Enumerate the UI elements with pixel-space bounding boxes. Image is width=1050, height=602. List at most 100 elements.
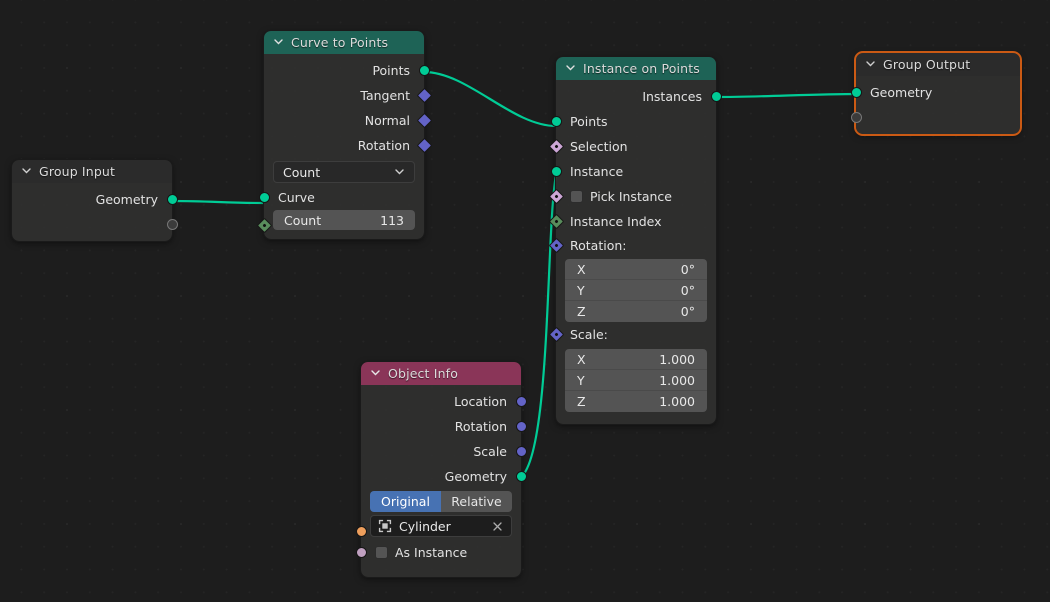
socket-count-in[interactable] bbox=[256, 217, 272, 234]
rotation-z-axis: Z bbox=[577, 304, 586, 319]
chevron-down-icon[interactable] bbox=[370, 367, 381, 378]
rotation-x-field[interactable]: X 0° bbox=[565, 259, 707, 280]
output-label-scale: Scale bbox=[473, 444, 507, 459]
output-row-rotation[interactable]: Rotation bbox=[264, 133, 432, 158]
node-group-input[interactable]: Group Input Geometry bbox=[11, 159, 178, 242]
pick-instance-checkbox[interactable] bbox=[570, 190, 583, 203]
input-label-selection: Selection bbox=[570, 139, 628, 154]
socket-scale-out[interactable] bbox=[515, 446, 527, 457]
scale-y-axis: Y bbox=[577, 372, 585, 388]
rotation-x-value: 0° bbox=[680, 261, 695, 277]
socket-rotation-out[interactable] bbox=[416, 137, 432, 154]
socket-location-out[interactable] bbox=[515, 396, 527, 407]
socket-geometry-out[interactable] bbox=[166, 194, 178, 205]
node-header-curve-to-points[interactable]: Curve to Points bbox=[264, 31, 424, 54]
node-curve-to-points[interactable]: Curve to Points Points Tangent Normal Ro… bbox=[256, 30, 432, 240]
node-header-group-output[interactable]: Group Output bbox=[856, 53, 1020, 76]
input-row-count[interactable]: Count 113 bbox=[256, 210, 424, 234]
socket-virtual-in[interactable] bbox=[850, 112, 862, 123]
socket-instance-in[interactable] bbox=[550, 166, 562, 177]
node-header-object-info[interactable]: Object Info bbox=[361, 362, 521, 385]
node-group-output[interactable]: Group Output Geometry bbox=[850, 51, 1022, 136]
socket-instances-out[interactable] bbox=[710, 91, 722, 102]
socket-rotation-out[interactable] bbox=[515, 421, 527, 432]
output-label-location: Location bbox=[454, 394, 507, 409]
socket-instance-index-in[interactable] bbox=[548, 213, 564, 230]
output-row-tangent[interactable]: Tangent bbox=[264, 83, 432, 108]
socket-normal-out[interactable] bbox=[416, 112, 432, 129]
scale-y-field[interactable]: Y 1.000 bbox=[565, 370, 707, 391]
count-number-field[interactable]: Count 113 bbox=[273, 210, 415, 230]
input-label-pick-instance: Pick Instance bbox=[590, 189, 672, 204]
input-row-curve[interactable]: Curve bbox=[258, 185, 424, 210]
rotation-y-field[interactable]: Y 0° bbox=[565, 280, 707, 301]
input-label-points: Points bbox=[570, 114, 608, 129]
output-row-instances[interactable]: Instances bbox=[556, 84, 722, 109]
input-row-instance-index[interactable]: Instance Index bbox=[548, 209, 716, 234]
output-row-normal[interactable]: Normal bbox=[264, 108, 432, 133]
transform-space-toggle[interactable]: Original Relative bbox=[370, 491, 512, 512]
link-instanceonpoints-to-groupoutput bbox=[715, 92, 859, 99]
node-header-instance-on-points[interactable]: Instance on Points bbox=[556, 57, 716, 80]
input-row-geometry[interactable]: Geometry bbox=[850, 80, 1020, 105]
node-editor-canvas[interactable]: Group Input Geometry Curve to Points Poi… bbox=[0, 0, 1050, 602]
socket-pick-instance-in[interactable] bbox=[548, 188, 564, 205]
input-row-selection[interactable]: Selection bbox=[548, 134, 716, 159]
socket-scale-in[interactable] bbox=[548, 326, 564, 343]
socket-rotation-in[interactable] bbox=[548, 237, 564, 254]
node-instance-on-points[interactable]: Instance on Points Instances Points Sele… bbox=[548, 56, 722, 425]
rotation-z-field[interactable]: Z 0° bbox=[565, 301, 707, 322]
scale-z-axis: Z bbox=[577, 394, 586, 409]
input-row-points[interactable]: Points bbox=[550, 109, 716, 134]
object-selector-field[interactable]: Cylinder bbox=[370, 515, 512, 537]
chevron-down-icon[interactable] bbox=[394, 165, 405, 180]
output-label-points: Points bbox=[372, 63, 410, 78]
output-row-rotation[interactable]: Rotation bbox=[361, 414, 527, 439]
socket-tangent-out[interactable] bbox=[416, 87, 432, 104]
scale-z-field[interactable]: Z 1.000 bbox=[565, 391, 707, 412]
rotation-vector-group[interactable]: X 0° Y 0° Z 0° bbox=[565, 259, 707, 322]
socket-geometry-out[interactable] bbox=[515, 471, 527, 482]
output-row-virtual[interactable] bbox=[12, 212, 178, 237]
input-row-scale[interactable]: Scale: bbox=[548, 322, 716, 347]
chevron-down-icon[interactable] bbox=[865, 58, 876, 69]
socket-points-out[interactable] bbox=[418, 65, 430, 76]
output-row-points[interactable]: Points bbox=[264, 58, 430, 83]
chevron-down-icon[interactable] bbox=[21, 165, 32, 176]
transform-space-original-button[interactable]: Original bbox=[370, 491, 441, 512]
as-instance-checkbox[interactable] bbox=[375, 546, 388, 559]
input-row-rotation[interactable]: Rotation: bbox=[548, 234, 716, 257]
input-row-pick-instance[interactable]: Pick Instance bbox=[548, 184, 716, 209]
node-header-group-input[interactable]: Group Input bbox=[12, 160, 172, 183]
output-row-location[interactable]: Location bbox=[361, 389, 527, 414]
scale-x-field[interactable]: X 1.000 bbox=[565, 349, 707, 370]
chevron-down-icon[interactable] bbox=[565, 62, 576, 73]
transform-space-relative-button[interactable]: Relative bbox=[441, 491, 512, 512]
input-row-object[interactable]: Cylinder bbox=[355, 515, 521, 537]
rotation-z-value: 0° bbox=[680, 304, 695, 319]
socket-points-in[interactable] bbox=[550, 116, 562, 127]
input-row-virtual[interactable] bbox=[850, 105, 1020, 130]
node-body-instance-on-points: Instances Points Selection Instance Pick… bbox=[548, 80, 722, 424]
scale-x-value: 1.000 bbox=[659, 351, 695, 367]
input-row-as-instance[interactable]: As Instance bbox=[355, 540, 521, 565]
input-row-instance[interactable]: Instance bbox=[550, 159, 716, 184]
mode-dropdown[interactable]: Count bbox=[273, 161, 415, 183]
close-icon[interactable] bbox=[491, 520, 504, 533]
output-row-geometry[interactable]: Geometry bbox=[361, 464, 527, 489]
scale-x-axis: X bbox=[577, 351, 586, 367]
socket-geometry-in[interactable] bbox=[850, 87, 862, 98]
output-label-instances: Instances bbox=[642, 89, 702, 104]
socket-selection-in[interactable] bbox=[548, 138, 564, 155]
output-row-geometry[interactable]: Geometry bbox=[12, 187, 178, 212]
output-row-scale[interactable]: Scale bbox=[361, 439, 527, 464]
node-title: Object Info bbox=[388, 366, 458, 381]
link-curvetopoints-to-instanceonpoints bbox=[423, 70, 557, 128]
socket-as-instance-in[interactable] bbox=[355, 547, 367, 558]
scale-vector-group[interactable]: X 1.000 Y 1.000 Z 1.000 bbox=[565, 349, 707, 412]
socket-object-in[interactable] bbox=[355, 526, 367, 537]
node-object-info[interactable]: Object Info Location Rotation Scale Geom… bbox=[355, 361, 527, 578]
socket-curve-in[interactable] bbox=[258, 192, 270, 203]
chevron-down-icon[interactable] bbox=[273, 36, 284, 47]
socket-virtual-out[interactable] bbox=[166, 219, 178, 230]
